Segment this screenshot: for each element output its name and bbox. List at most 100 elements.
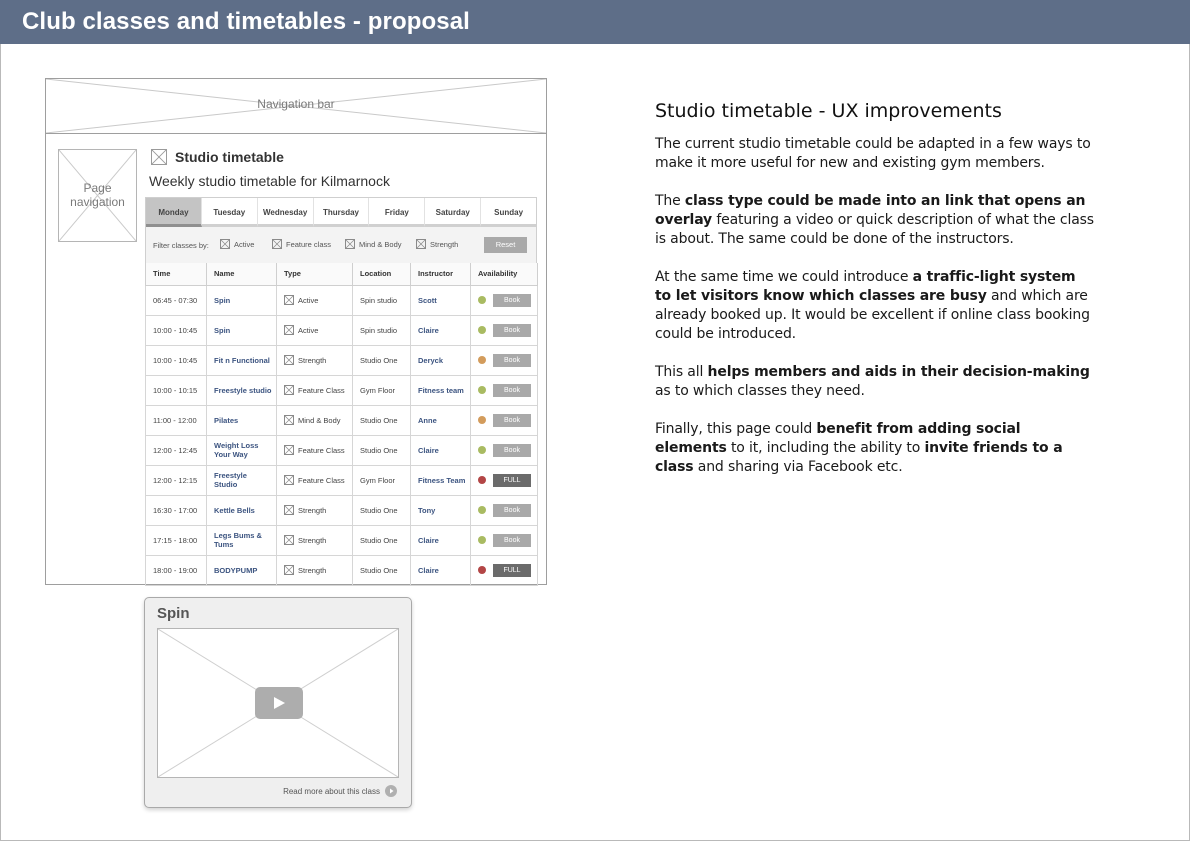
class-location: Spin studio [352, 284, 411, 316]
notes-paragraph-4: This all helps members and aids in their… [655, 364, 1090, 399]
traffic-light-indicator [478, 506, 486, 514]
class-type[interactable]: Strength [276, 344, 353, 376]
table-row: 06:45 - 07:30 Spin Active Spin studio Scott B… [145, 284, 538, 316]
class-name-link[interactable]: Spin [206, 314, 277, 346]
table-row: 16:30 - 17:00 Kettle Bells Strength Studio … [145, 494, 538, 526]
class-type[interactable]: Active [276, 284, 353, 316]
class-time: 10:00 - 10:45 [145, 314, 207, 346]
class-name-link[interactable]: Freestyle Studio [206, 464, 277, 496]
checkbox-icon[interactable] [345, 239, 355, 249]
class-type-label: Mind & Body [298, 415, 341, 425]
class-type-label: Feature Class [298, 475, 345, 485]
instructor-link[interactable]: Deryck [410, 344, 471, 376]
traffic-light-indicator [478, 326, 486, 334]
class-location: Spin studio [352, 314, 411, 346]
tab-monday[interactable]: Monday [146, 198, 202, 227]
class-name-link[interactable]: Freestyle studio [206, 374, 277, 406]
traffic-light-indicator [478, 416, 486, 424]
filter-option-active[interactable]: Active [220, 239, 254, 249]
instructor-link[interactable]: Tony [410, 494, 471, 526]
class-type[interactable]: Feature Class [276, 464, 353, 496]
filter-label: Filter classes by: [153, 241, 209, 250]
class-type[interactable]: Strength [276, 524, 353, 556]
class-type[interactable]: Mind & Body [276, 404, 353, 436]
table-row: 11:00 - 12:00 Pilates Mind & Body Studio On… [145, 404, 538, 436]
instructor-link[interactable]: Fitness team [410, 374, 471, 406]
book-button[interactable]: Book [493, 293, 531, 307]
instructor-link[interactable]: Claire [410, 524, 471, 556]
class-name-link[interactable]: Spin [206, 284, 277, 316]
class-location: Studio One [352, 344, 411, 376]
class-name-link[interactable]: Weight Loss Your Way [206, 434, 277, 466]
class-name-link[interactable]: Kettle Bells [206, 494, 277, 526]
traffic-light-indicator [478, 356, 486, 364]
class-time: 16:30 - 17:00 [145, 494, 207, 526]
checkbox-icon[interactable] [416, 239, 426, 249]
full-badge: FULL [493, 473, 531, 487]
class-type[interactable]: Active [276, 314, 353, 346]
class-time: 18:00 - 19:00 [145, 554, 207, 586]
instructor-link[interactable]: Anne [410, 404, 471, 436]
column-header-type: Type [276, 263, 353, 286]
filter-option-feature-class[interactable]: Feature class [272, 239, 331, 249]
read-more-label: Read more about this class [283, 786, 380, 796]
checkbox-icon[interactable] [272, 239, 282, 249]
class-type-label: Feature Class [298, 445, 345, 455]
book-button[interactable]: Book [493, 533, 531, 547]
video-placeholder[interactable] [157, 628, 399, 778]
read-more-link[interactable]: Read more about this class [283, 785, 397, 797]
availability-cell: Book [470, 284, 538, 316]
class-location: Gym Floor [352, 374, 411, 406]
tab-thursday[interactable]: Thursday [313, 198, 370, 227]
book-button[interactable]: Book [493, 353, 531, 367]
notes-paragraph-5: Finally, this page could benefit from ad… [655, 421, 1063, 475]
class-type-label: Strength [298, 505, 327, 515]
tab-saturday[interactable]: Saturday [425, 198, 482, 227]
checkbox-icon[interactable] [220, 239, 230, 249]
class-type[interactable]: Feature Class [276, 374, 353, 406]
book-button[interactable]: Book [493, 383, 531, 397]
class-type-icon [284, 295, 294, 305]
reset-button[interactable]: Reset [484, 237, 527, 253]
instructor-link[interactable]: Fitness Team [410, 464, 471, 496]
class-type-icon [284, 325, 294, 335]
column-header-time: Time [145, 263, 207, 286]
book-button[interactable]: Book [493, 323, 531, 337]
play-icon[interactable] [255, 687, 303, 719]
instructor-link[interactable]: Scott [410, 284, 471, 316]
class-type-icon [284, 445, 294, 455]
class-type[interactable]: Feature Class [276, 434, 353, 466]
tab-wednesday[interactable]: Wednesday [257, 198, 314, 227]
class-location: Studio One [352, 404, 411, 436]
class-type[interactable]: Strength [276, 494, 353, 526]
traffic-light-indicator [478, 566, 486, 574]
tab-tuesday[interactable]: Tuesday [201, 198, 258, 227]
table-row: 10:00 - 10:45 Spin Active Spin studio Claire… [145, 314, 538, 346]
filter-bar: Filter classes by: Active Feature class Mi… [145, 227, 537, 263]
tab-sunday[interactable]: Sunday [481, 198, 537, 227]
tab-friday[interactable]: Friday [369, 198, 426, 227]
class-name-link[interactable]: Fit n Functional [206, 344, 277, 376]
class-type-label: Strength [298, 565, 327, 575]
class-name-link[interactable]: BODYPUMP [206, 554, 277, 586]
image-placeholder-icon [151, 149, 167, 165]
instructor-link[interactable]: Claire [410, 314, 471, 346]
book-button[interactable]: Book [493, 443, 531, 457]
filter-option-strength[interactable]: Strength [416, 239, 458, 249]
class-name-link[interactable]: Pilates [206, 404, 277, 436]
class-type[interactable]: Strength [276, 554, 353, 586]
availability-cell: Book [470, 434, 538, 466]
class-type-icon [284, 475, 294, 485]
class-type-icon [284, 535, 294, 545]
class-time: 10:00 - 10:15 [145, 374, 207, 406]
instructor-link[interactable]: Claire [410, 434, 471, 466]
filter-option-mind-body[interactable]: Mind & Body [345, 239, 402, 249]
class-type-icon [284, 385, 294, 395]
page-title: Club classes and timetables - proposal [22, 8, 470, 35]
book-button[interactable]: Book [493, 503, 531, 517]
book-button[interactable]: Book [493, 413, 531, 427]
notes-column: Studio timetable - UX improvements The c… [655, 100, 1095, 496]
instructor-link[interactable]: Claire [410, 554, 471, 586]
class-name-link[interactable]: Legs Bums & Tums [206, 524, 277, 556]
class-location: Studio One [352, 434, 411, 466]
